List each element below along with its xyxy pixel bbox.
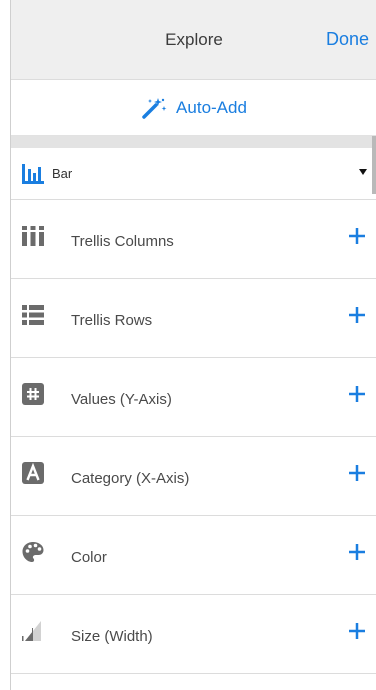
auto-add-button[interactable]: Auto-Add — [11, 80, 376, 136]
add-icon[interactable] — [345, 303, 369, 327]
chevron-down-icon[interactable] — [359, 169, 367, 175]
drop-target-label: Size (Width) — [71, 628, 153, 645]
add-icon[interactable] — [345, 540, 369, 564]
add-icon[interactable] — [345, 224, 369, 248]
add-icon[interactable] — [345, 382, 369, 406]
drop-target-label: Trellis Rows — [71, 312, 153, 329]
add-icon[interactable] — [345, 619, 369, 643]
letter-a-icon — [22, 462, 44, 484]
explore-header: Explore Done — [11, 0, 376, 80]
chart-type-value: Bar — [52, 166, 73, 181]
scrollbar[interactable] — [372, 136, 376, 194]
magic-wand-icon — [142, 97, 167, 119]
drop-target-trellis-rows[interactable]: Trellis Rows — [11, 279, 376, 358]
drop-target-label: Trellis Columns — [71, 233, 174, 250]
drop-target-label: Category (X-Axis) — [71, 470, 190, 487]
chart-type-select[interactable]: Bar — [11, 148, 376, 200]
drop-target-category-x-axis[interactable]: Category (X-Axis) — [11, 437, 376, 516]
page-title: Explore — [165, 30, 223, 49]
trellis-rows-icon — [22, 305, 44, 325]
drop-target-values-y-axis[interactable]: Values (Y-Axis) — [11, 358, 376, 437]
drop-target-label: Color — [71, 549, 107, 566]
drop-target-trellis-columns[interactable]: Trellis Columns — [11, 200, 376, 279]
explore-panel: Explore Done Auto-Add Bar Trellis Column… — [10, 0, 376, 690]
drop-target-size-width[interactable]: Size (Width) — [11, 595, 376, 674]
trellis-columns-icon — [22, 226, 44, 246]
hash-icon — [22, 383, 44, 405]
drop-target-color[interactable]: Color — [11, 516, 376, 595]
done-button[interactable]: Done — [326, 29, 369, 50]
size-width-icon — [22, 621, 41, 641]
drop-target-list: Trellis Columns Trellis Rows Values (Y-A… — [11, 200, 376, 674]
add-icon[interactable] — [345, 461, 369, 485]
section-divider — [11, 136, 376, 148]
bar-chart-icon — [22, 163, 44, 184]
auto-add-label: Auto-Add — [176, 97, 247, 117]
drop-target-label: Values (Y-Axis) — [71, 391, 172, 408]
palette-icon — [22, 542, 44, 562]
